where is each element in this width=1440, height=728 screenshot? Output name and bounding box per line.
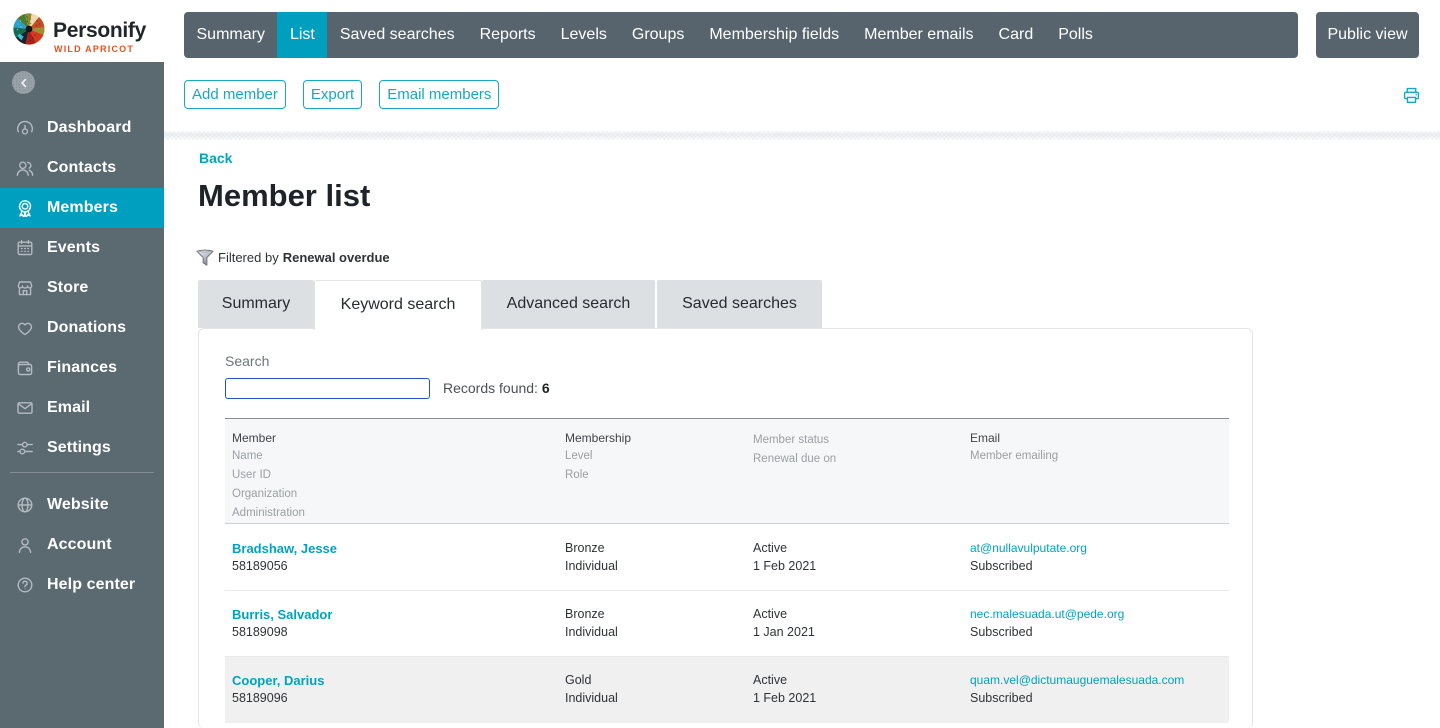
svg-text:Personify: Personify — [53, 19, 147, 42]
svg-text:WILD APRICOT: WILD APRICOT — [54, 44, 134, 54]
